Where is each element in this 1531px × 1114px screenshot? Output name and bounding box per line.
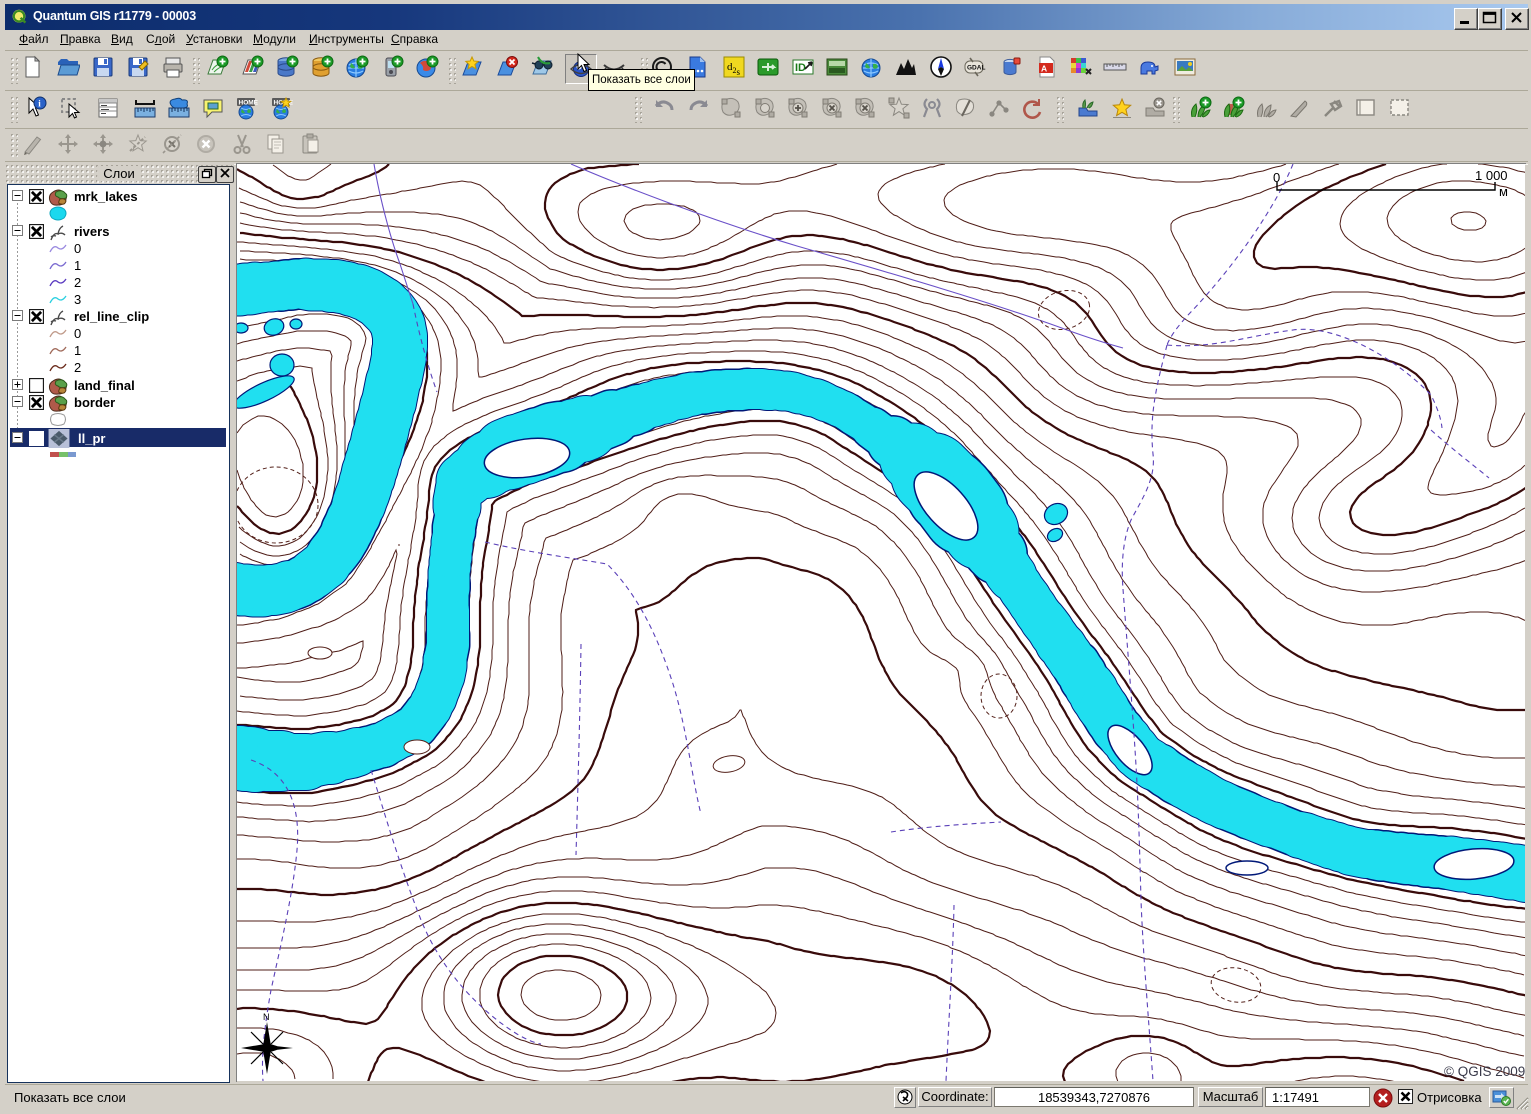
svg-text:ID: ID — [795, 62, 806, 74]
svg-text:GDAL: GDAL — [967, 65, 985, 72]
svg-text:м: м — [1499, 184, 1508, 199]
svg-text:© QGIS 2009: © QGIS 2009 — [1444, 1064, 1525, 1079]
svg-text:A: A — [1041, 64, 1047, 74]
svg-text:1 000: 1 000 — [1475, 168, 1508, 183]
svg-text:N: N — [263, 1012, 270, 1022]
